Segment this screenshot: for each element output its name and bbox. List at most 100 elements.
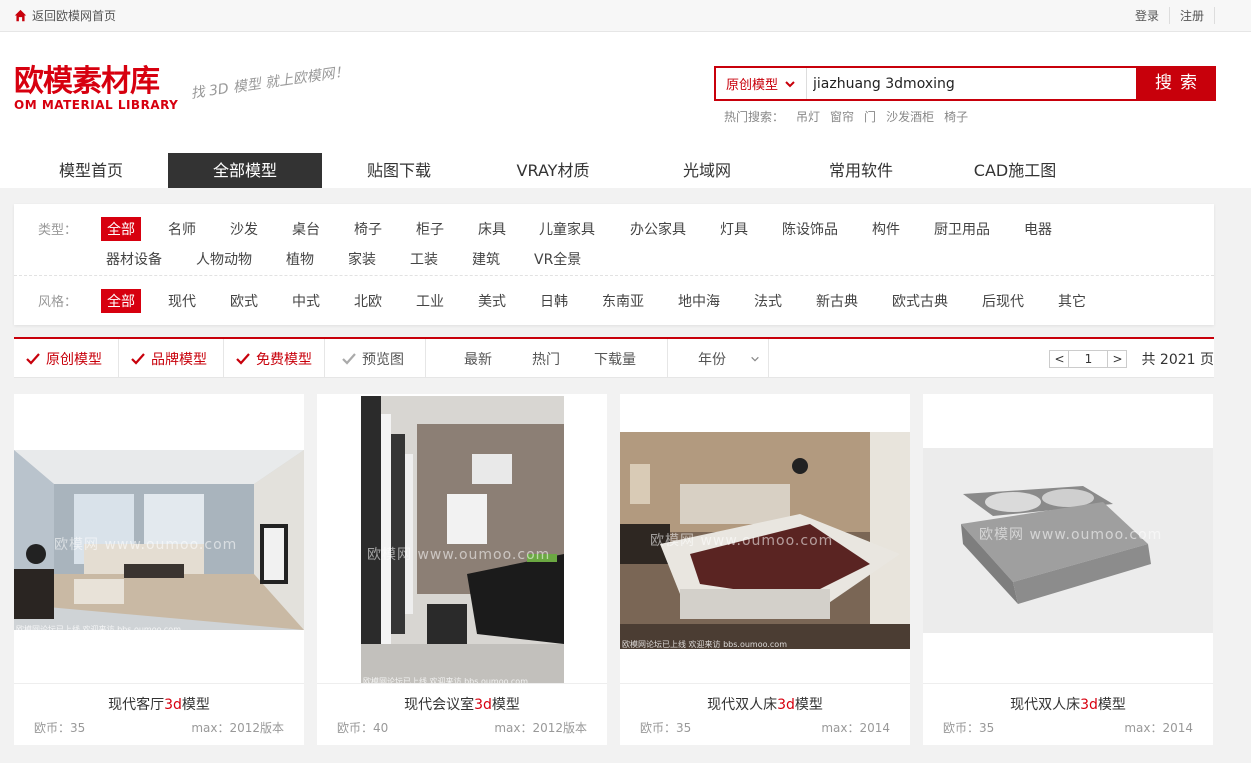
model-thumbnail[interactable]: 欧模网 www.oumoo.com 欧模网论坛已上线 欢迎来访 bbs.oumo… (317, 394, 607, 684)
logo-text-en: OM MATERIAL LIBRARY (14, 98, 179, 112)
hot-keyword[interactable]: 窗帘 (830, 108, 854, 125)
check-icon (236, 352, 250, 365)
model-title[interactable]: 现代双人床3d模型 (620, 694, 910, 714)
style-option[interactable]: 美式 (478, 291, 506, 311)
style-option[interactable]: 东南亚 (602, 291, 644, 311)
hot-search-label: 热门搜索： (724, 110, 785, 124)
style-option[interactable]: 现代 (168, 291, 196, 311)
nav-item-vray[interactable]: VRAY材质 (476, 153, 630, 188)
style-filter-label: 风格： (38, 295, 78, 310)
nav-item-textures[interactable]: 贴图下载 (322, 153, 476, 188)
type-option[interactable]: 电器 (1024, 219, 1052, 239)
model-thumbnail[interactable]: 欧模网 www.oumoo.com 欧模网论坛已上线 欢迎来访 bbs.oumo… (620, 394, 910, 684)
type-option[interactable]: VR全景 (534, 249, 581, 269)
model-card[interactable]: 欧模网 www.oumoo.com 欧模网论坛已上线 欢迎来访 bbs.oumo… (317, 394, 607, 745)
model-thumbnail[interactable]: 欧模网 www.oumoo.com 欧模网论坛已上线 欢迎来访 bbs.oumo… (14, 394, 304, 684)
style-option[interactable]: 后现代 (982, 291, 1024, 311)
style-option[interactable]: 其它 (1058, 291, 1086, 311)
year-select[interactable]: 年份 (668, 339, 769, 378)
nav-item-all-models[interactable]: 全部模型 (168, 153, 322, 188)
hot-keyword[interactable]: 沙发酒柜 (886, 108, 934, 125)
watermark: 欧模网 www.oumoo.com (650, 533, 834, 549)
style-option[interactable]: 欧式 (230, 291, 258, 311)
preview-checkbox[interactable]: 预览图 (325, 339, 426, 378)
sort-downloads[interactable]: 下载量 (594, 349, 636, 369)
hot-keyword[interactable]: 吊灯 (796, 108, 820, 125)
model-title[interactable]: 现代会议室3d模型 (317, 694, 607, 714)
type-option[interactable]: 沙发 (230, 219, 258, 239)
check-icon (342, 352, 356, 365)
type-option-all[interactable]: 全部 (101, 217, 141, 241)
type-option[interactable]: 人物动物 (196, 249, 252, 269)
style-option[interactable]: 日韩 (540, 291, 568, 311)
nav-item-software[interactable]: 常用软件 (784, 153, 938, 188)
search-input[interactable] (807, 68, 1136, 99)
header: 欧模素材库 OM MATERIAL LIBRARY 找 3D 模型 就上欧模网！… (0, 32, 1251, 188)
brand-model-checkbox[interactable]: 品牌模型 (119, 339, 224, 378)
nav-item-model-home[interactable]: 模型首页 (14, 153, 168, 188)
type-option[interactable]: 工装 (410, 249, 438, 269)
type-option[interactable]: 厨卫用品 (934, 219, 990, 239)
style-option[interactable]: 新古典 (816, 291, 858, 311)
search-category-select[interactable]: 原创模型 (716, 68, 808, 99)
type-option[interactable]: 器材设备 (106, 249, 162, 269)
register-link[interactable]: 注册 (1170, 7, 1215, 24)
type-option[interactable]: 植物 (286, 249, 314, 269)
chevron-down-icon (785, 80, 795, 87)
hot-keyword[interactable]: 椅子 (944, 108, 968, 125)
style-option[interactable]: 地中海 (678, 291, 720, 311)
login-link[interactable]: 登录 (1125, 7, 1170, 24)
type-option[interactable]: 柜子 (416, 219, 444, 239)
model-thumbnail[interactable]: 欧模网 www.oumoo.com (923, 394, 1213, 684)
watermark-forum: 欧模网论坛已上线 欢迎来访 bbs.oumoo.com (622, 640, 787, 649)
type-option[interactable]: 办公家具 (630, 219, 686, 239)
style-option[interactable]: 北欧 (354, 291, 382, 311)
free-model-checkbox[interactable]: 免费模型 (224, 339, 325, 378)
model-title[interactable]: 现代双人床3d模型 (923, 694, 1213, 714)
home-icon (14, 9, 27, 22)
type-option[interactable]: 桌台 (292, 219, 320, 239)
search-bar: 原创模型 搜索 (714, 66, 1216, 101)
model-card[interactable]: 欧模网 www.oumoo.com 现代双人床3d模型 欧币：35 max：20… (923, 394, 1213, 745)
style-option[interactable]: 工业 (416, 291, 444, 311)
type-option[interactable]: 名师 (168, 219, 196, 239)
watermark-forum: 欧模网论坛已上线 欢迎来访 bbs.oumoo.com (363, 677, 528, 684)
site-logo[interactable]: 欧模素材库 OM MATERIAL LIBRARY (14, 67, 179, 113)
model-price: 欧币：35 (34, 721, 86, 735)
nav-item-ies[interactable]: 光域网 (630, 153, 784, 188)
type-option[interactable]: 建筑 (472, 249, 500, 269)
watermark-forum: 欧模网论坛已上线 欢迎来访 bbs.oumoo.com (16, 625, 181, 634)
chevron-down-icon (751, 356, 759, 362)
original-model-checkbox[interactable]: 原创模型 (14, 339, 119, 378)
watermark: 欧模网 www.oumoo.com (367, 547, 551, 563)
search-button[interactable]: 搜索 (1138, 66, 1216, 101)
style-option[interactable]: 法式 (754, 291, 782, 311)
nav-item-cad[interactable]: CAD施工图 (938, 153, 1092, 188)
type-option[interactable]: 构件 (872, 219, 900, 239)
model-card[interactable]: 欧模网 www.oumoo.com 欧模网论坛已上线 欢迎来访 bbs.oumo… (620, 394, 910, 745)
style-option-all[interactable]: 全部 (101, 289, 141, 313)
hot-keyword[interactable]: 门 (864, 108, 876, 125)
model-card[interactable]: 欧模网 www.oumoo.com 欧模网论坛已上线 欢迎来访 bbs.oumo… (14, 394, 304, 745)
prev-page-button[interactable]: < (1049, 349, 1070, 368)
page-number-input[interactable]: 1 (1069, 349, 1108, 368)
style-option[interactable]: 中式 (292, 291, 320, 311)
type-option[interactable]: 陈设饰品 (782, 219, 838, 239)
sort-options: 最新 热门 下载量 (426, 339, 668, 378)
type-option[interactable]: 灯具 (720, 219, 748, 239)
search-category-label: 原创模型 (726, 78, 779, 93)
type-option[interactable]: 床具 (478, 219, 506, 239)
type-option[interactable]: 椅子 (354, 219, 382, 239)
next-page-button[interactable]: > (1107, 349, 1128, 368)
total-pages: 共 2021 页 (1141, 351, 1214, 368)
top-bar: 返回欧模网首页 登录 注册 (0, 0, 1251, 32)
type-option[interactable]: 儿童家具 (539, 219, 595, 239)
sort-latest[interactable]: 最新 (464, 349, 492, 369)
sort-hot[interactable]: 热门 (532, 349, 560, 369)
home-link[interactable]: 返回欧模网首页 (14, 7, 116, 24)
style-option[interactable]: 欧式古典 (892, 291, 948, 311)
model-title[interactable]: 现代客厅3d模型 (14, 694, 304, 714)
model-max-version: max：2014 (821, 721, 890, 735)
type-option[interactable]: 家装 (348, 249, 376, 269)
checkbox-label: 品牌模型 (151, 351, 207, 368)
